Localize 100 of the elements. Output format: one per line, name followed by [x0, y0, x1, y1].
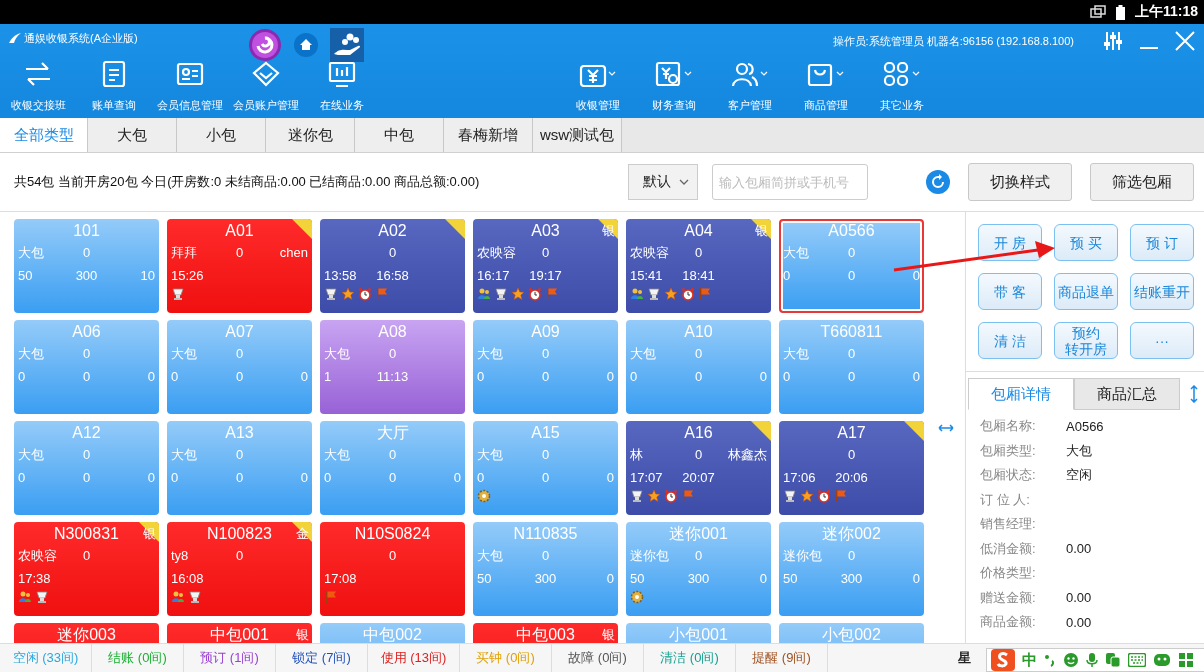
room-card[interactable]: 迷你003: [14, 623, 159, 643]
hand-coins-icon[interactable]: [329, 28, 364, 62]
status-legend-item[interactable]: 空闲 (33间): [0, 644, 92, 672]
status-legend-item[interactable]: 预订 (1间): [184, 644, 276, 672]
category-tab[interactable]: 春梅新增: [444, 118, 533, 152]
room-card[interactable]: A12 大包 0 0 0 0: [14, 421, 159, 515]
toolbar-menu-button[interactable]: 财务查询: [638, 60, 710, 118]
room-card[interactable]: A17 0 17:06 20:06: [779, 421, 924, 515]
action-button[interactable]: 切换样式: [968, 163, 1072, 201]
detail-tab[interactable]: 商品汇总: [1074, 378, 1180, 410]
room-info: 0: [300, 368, 308, 386]
clipboard-icon[interactable]: [1105, 652, 1121, 668]
room-info: 0: [235, 368, 244, 386]
room-card[interactable]: A07 大包 0 0 0 0: [167, 320, 312, 414]
toolbar-button[interactable]: 账单查询: [76, 60, 152, 118]
toolbar-menu-button[interactable]: 客户管理: [714, 60, 786, 118]
operator-info: 操作员:系统管理员 机器名:96156 (192.168.8.100): [832, 33, 1074, 49]
room-card[interactable]: A10 大包 0 0 0 0: [626, 320, 771, 414]
category-tab[interactable]: 大包: [88, 118, 177, 152]
home-icon[interactable]: [293, 33, 318, 57]
room-card[interactable]: N110835 大包 0 50 300 0: [473, 522, 618, 616]
search-field[interactable]: 输入包厢简拼或手机号: [712, 164, 868, 200]
keyboard-icon[interactable]: [1128, 653, 1146, 667]
settings-icon[interactable]: [1102, 30, 1124, 52]
status-legend-item[interactable]: 使用 (13间): [368, 644, 460, 672]
status-legend-item[interactable]: 买钟 (0间): [460, 644, 552, 672]
room-info: 0: [235, 345, 244, 363]
ime-mode-toggle[interactable]: 中: [1022, 650, 1037, 670]
detail-tab[interactable]: 包厢详情: [968, 378, 1074, 410]
room-action-button[interactable]: ···: [1130, 322, 1194, 359]
toolbar-button[interactable]: 会员信息管理: [152, 60, 228, 118]
room-card[interactable]: N100823 金 ty8 0 16:08: [167, 522, 312, 616]
room-card[interactable]: A13 大包 0 0 0 0: [167, 421, 312, 515]
room-card[interactable]: A16 林 0 林鑫杰 17:07 20:07: [626, 421, 771, 515]
status-legend-item[interactable]: 故障 (0间): [552, 644, 644, 672]
refresh-icon[interactable]: [926, 170, 950, 194]
category-tab[interactable]: 全部类型: [0, 118, 88, 152]
close-icon[interactable]: [1174, 30, 1196, 52]
room-info: 迷你包: [783, 547, 822, 565]
room-action-button[interactable]: 带 客: [978, 273, 1042, 310]
category-tab[interactable]: wsw测试包: [533, 118, 622, 152]
category-tab[interactable]: 小包: [177, 118, 266, 152]
toolbar-button[interactable]: 收银交接班: [0, 60, 76, 118]
status-legend-item[interactable]: 清洁 (0间): [644, 644, 736, 672]
room-card[interactable]: A06 大包 0 0 0 0: [14, 320, 159, 414]
room-info: 大包: [171, 446, 197, 464]
room-info: 300: [75, 267, 98, 285]
detail-label: 包厢名称:: [980, 417, 1037, 436]
status-legend-item[interactable]: 结账 (0间): [92, 644, 184, 672]
room-card[interactable]: N300831 银 农映容 0 17:38: [14, 522, 159, 616]
room-card[interactable]: 迷你001 迷你包 0 50 300 0: [626, 522, 771, 616]
room-action-button[interactable]: 清 洁: [978, 322, 1042, 359]
room-card[interactable]: A15 大包 0 0 0 0: [473, 421, 618, 515]
room-name: N300831: [54, 525, 119, 542]
toolbar-button[interactable]: 在线业务: [304, 60, 380, 118]
detail-label: 商品金额:: [980, 613, 1037, 632]
toolbar-menu-button[interactable]: 收银管理: [562, 60, 634, 118]
punctuation-icon[interactable]: [1044, 652, 1056, 668]
detail-label: 订 位 人:: [980, 490, 1031, 509]
room-action-button[interactable]: 开 房: [978, 224, 1042, 261]
room-action-button[interactable]: 商品退单: [1054, 273, 1118, 310]
apps-grid-icon[interactable]: [1178, 652, 1194, 668]
room-card[interactable]: A03 银 农映容 0 16:17 19:17: [473, 219, 618, 313]
emoji-icon[interactable]: [1063, 652, 1079, 668]
microphone-icon[interactable]: [1086, 652, 1098, 668]
room-card[interactable]: 中包003 银: [473, 623, 618, 643]
category-tab[interactable]: 中包: [355, 118, 444, 152]
room-info: 0: [388, 469, 397, 487]
room-card[interactable]: A0566 大包 0 0 0 0: [779, 219, 924, 313]
swirl-logo-icon[interactable]: [247, 28, 282, 62]
room-card[interactable]: T660811 大包 0 0 0 0: [779, 320, 924, 414]
room-action-button[interactable]: 预约 转开房: [1054, 322, 1118, 359]
room-action-button[interactable]: 预 买: [1054, 224, 1118, 261]
room-info: 0: [847, 446, 856, 464]
room-card[interactable]: 101 大包 0 50 300 10: [14, 219, 159, 313]
toolbar-menu-button[interactable]: 商品管理: [790, 60, 862, 118]
room-card[interactable]: A01 拜拜 0 chen 15:26: [167, 219, 312, 313]
action-button[interactable]: 筛选包厢: [1090, 163, 1194, 201]
room-action-button[interactable]: 结账重开: [1130, 273, 1194, 310]
gamepad-icon[interactable]: [1153, 652, 1171, 668]
room-card[interactable]: 迷你002 迷你包 0 50 300 0: [779, 522, 924, 616]
room-card[interactable]: A02 0 13:58 16:58: [320, 219, 465, 313]
room-action-button[interactable]: 预 订: [1130, 224, 1194, 261]
status-legend-item[interactable]: 提醒 (9间): [736, 644, 828, 672]
room-card[interactable]: A04 银 农映容 0 15:41 18:41: [626, 219, 771, 313]
room-name: 中包003: [516, 626, 575, 643]
room-card[interactable]: 中包001 银: [167, 623, 312, 643]
toolbar-menu-button[interactable]: 其它业务: [866, 60, 938, 118]
ime-logo-icon[interactable]: [991, 649, 1015, 671]
room-card[interactable]: A09 大包 0 0 0 0: [473, 320, 618, 414]
category-tab[interactable]: 迷你包: [266, 118, 355, 152]
room-card[interactable]: 大厅 大包 0 0 0 0: [320, 421, 465, 515]
resize-handle-icon[interactable]: [937, 423, 954, 432]
room-info: 0: [453, 469, 461, 487]
toolbar-button[interactable]: 会员账户管理: [228, 60, 304, 118]
sort-dropdown[interactable]: 默认: [628, 164, 698, 200]
room-card[interactable]: N10S0824 0 17:08: [320, 522, 465, 616]
status-legend-item[interactable]: 锁定 (7间): [276, 644, 368, 672]
up-down-arrows-icon[interactable]: [1190, 385, 1198, 403]
room-card[interactable]: A08 大包 0 1 11:13: [320, 320, 465, 414]
